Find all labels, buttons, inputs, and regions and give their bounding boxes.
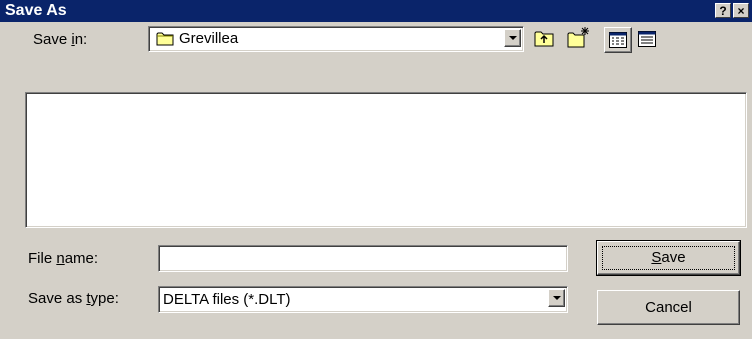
list-view-icon (609, 32, 627, 48)
save-in-value: Grevillea (179, 30, 239, 47)
up-one-level-icon (534, 31, 554, 47)
save-button-face[interactable]: Save (597, 241, 740, 275)
window-title: Save As (5, 2, 67, 19)
save-as-type-dropdown-arrow[interactable] (548, 289, 565, 307)
file-list[interactable] (25, 92, 747, 228)
folder-icon (156, 32, 174, 46)
cancel-button[interactable]: Cancel (597, 290, 740, 325)
list-view-button[interactable] (604, 27, 632, 53)
up-one-level-button[interactable] (533, 28, 555, 50)
create-new-folder-icon (567, 27, 589, 48)
create-new-folder-button[interactable] (566, 26, 590, 50)
save-button-label: Save (651, 249, 686, 266)
close-button[interactable]: × (733, 3, 749, 18)
save-in-label: Save in: (33, 31, 88, 48)
save-in-dropdown[interactable]: Grevillea (148, 26, 524, 52)
help-button[interactable]: ? (715, 3, 731, 18)
save-as-type-label: Save as type: (28, 290, 119, 307)
save-as-type-dropdown[interactable]: DELTA files (*.DLT) (158, 286, 568, 313)
save-in-dropdown-arrow[interactable] (504, 29, 521, 47)
save-as-type-value: DELTA files (*.DLT) (163, 291, 291, 308)
cancel-button-label: Cancel (645, 299, 692, 316)
file-name-label: File name: (28, 250, 99, 267)
details-view-icon (638, 31, 656, 47)
file-name-input[interactable] (158, 245, 568, 272)
details-view-button[interactable] (634, 27, 660, 53)
save-button[interactable]: Save (596, 240, 741, 276)
title-bar[interactable]: Save As ? × (0, 0, 752, 22)
